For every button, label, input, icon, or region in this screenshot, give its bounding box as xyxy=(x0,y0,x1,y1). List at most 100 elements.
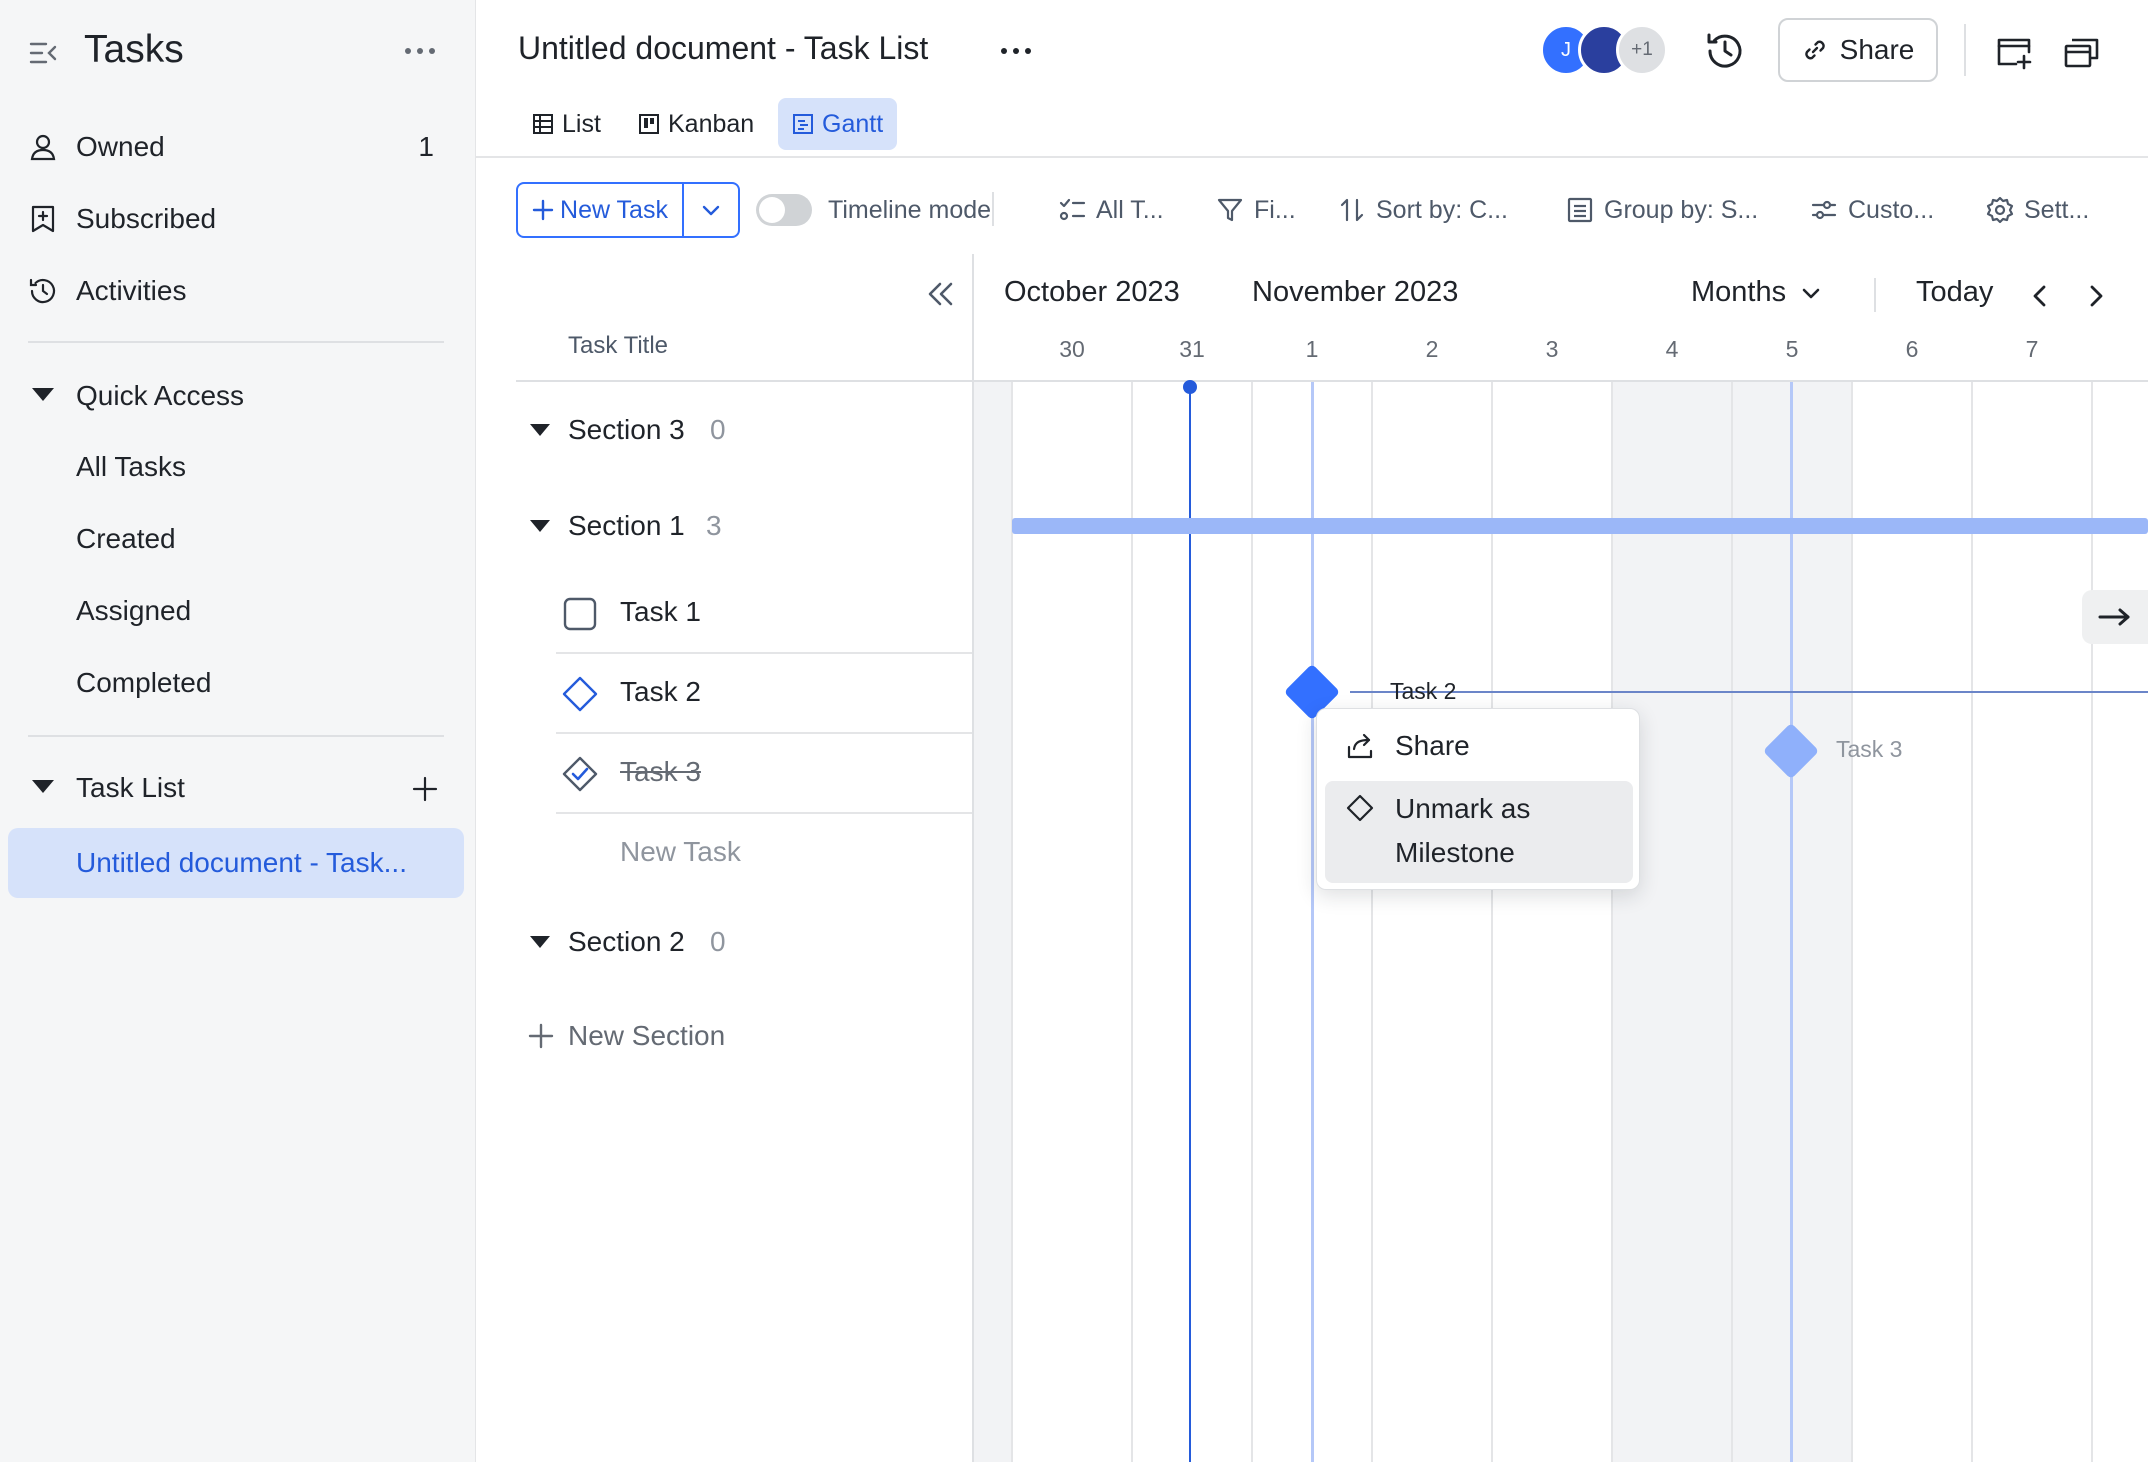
sidebar-item-all-tasks[interactable]: All Tasks xyxy=(8,436,464,498)
collapse-triangle-icon[interactable] xyxy=(530,936,550,948)
customize-button[interactable]: Custo... xyxy=(1810,192,1934,228)
new-task-placeholder[interactable]: New Task xyxy=(620,836,741,868)
add-tab-icon[interactable] xyxy=(1994,32,2034,72)
task-title: Task 2 xyxy=(620,676,701,707)
timeline-mode-toggle[interactable] xyxy=(756,194,812,226)
chevron-right-icon[interactable] xyxy=(2080,280,2112,312)
new-section-button[interactable]: New Section xyxy=(528,1016,725,1056)
sidebar-item-label: Assigned xyxy=(76,595,192,626)
column-header-divider xyxy=(516,380,974,382)
sidebar-item-label: Subscribed xyxy=(76,203,217,234)
page-title: Untitled document - Task List xyxy=(518,30,929,66)
task-row-task-3[interactable]: Task 3 xyxy=(556,734,972,814)
timeline-mode-label: Timeline mode xyxy=(828,196,992,224)
day-label: 5 xyxy=(1785,336,1799,362)
scroll-to-bar-button[interactable] xyxy=(2082,590,2148,644)
sidebar-more-icon[interactable] xyxy=(400,34,440,68)
section-row-section-2[interactable]: Section 2 0 xyxy=(516,912,972,972)
sidebar-item-subscribed[interactable]: Subscribed xyxy=(8,188,464,250)
new-task-dropdown[interactable] xyxy=(684,184,738,236)
tab-list[interactable]: List xyxy=(518,98,615,150)
chevron-down-icon xyxy=(700,199,722,221)
collapse-pane-icon[interactable] xyxy=(924,278,956,310)
new-task-button[interactable]: New Task xyxy=(518,184,684,236)
chevron-left-icon[interactable] xyxy=(2024,280,2056,312)
task-title: Task 1 xyxy=(620,596,701,627)
task-2-timeline-line xyxy=(1350,691,2148,693)
sidebar-item-untitled-document[interactable]: Untitled document - Task... xyxy=(8,828,464,898)
toolbar-label: Custo... xyxy=(1848,195,1935,224)
new-task-button-group: New Task xyxy=(516,182,740,238)
task-row-task-2[interactable]: Task 2 xyxy=(556,654,972,734)
more-options-icon[interactable] xyxy=(996,36,1036,66)
collapse-triangle-icon[interactable] xyxy=(32,388,54,401)
menu-item-share[interactable]: Share xyxy=(1325,719,1633,773)
task-row-task-1[interactable]: Task 1 xyxy=(556,574,972,654)
task-3-bar-label: Task 3 xyxy=(1836,736,1903,762)
settings-button[interactable]: Sett... xyxy=(1986,192,2089,228)
weekend-column xyxy=(974,382,1012,1462)
all-tasks-filter[interactable]: All T... xyxy=(1058,192,1164,228)
quick-access-label: Quick Access xyxy=(76,380,245,411)
section-row-section-1[interactable]: Section 1 3 xyxy=(516,496,972,556)
collapse-triangle-icon[interactable] xyxy=(32,780,54,793)
checkbox-icon[interactable] xyxy=(562,596,598,632)
menu-item-label-line-1: Unmark as xyxy=(1395,793,1531,824)
day-label: 1 xyxy=(1305,336,1319,362)
today-button[interactable]: Today xyxy=(1916,276,1993,309)
time-scale-select[interactable]: Months xyxy=(1691,276,1822,309)
day-grid-line xyxy=(1971,382,1973,1462)
toolbar-label: Sort by: C... xyxy=(1376,195,1508,224)
sidebar-item-created[interactable]: Created xyxy=(8,508,464,570)
sidebar-divider xyxy=(28,341,444,343)
sidebar-title: Tasks xyxy=(84,28,184,71)
sidebar-item-label: Created xyxy=(76,523,176,554)
day-grid-line xyxy=(2091,382,2093,1462)
sidebar-item-completed[interactable]: Completed xyxy=(8,652,464,714)
sidebar-item-assigned[interactable]: Assigned xyxy=(8,580,464,642)
diamond-icon xyxy=(1345,793,1375,823)
toolbar-label: Sett... xyxy=(2024,195,2090,224)
task-list-group[interactable]: Task List xyxy=(8,758,464,820)
sidebar-item-label: Owned xyxy=(76,131,165,162)
bookmark-icon xyxy=(28,204,58,234)
toolbar-label: Group by: S... xyxy=(1604,195,1759,224)
day-grid-line xyxy=(1371,382,1373,1462)
menu-item-unmark-milestone[interactable]: Unmark as Milestone xyxy=(1325,781,1633,883)
history-icon[interactable] xyxy=(1704,30,1746,72)
day-label: 3 xyxy=(1545,336,1559,362)
group-by-button[interactable]: Group by: S... xyxy=(1566,192,1758,228)
filter-button[interactable]: Fi... xyxy=(1216,192,1296,228)
sort-button[interactable]: Sort by: C... xyxy=(1338,192,1508,228)
tab-gantt[interactable]: Gantt xyxy=(778,98,898,150)
checklist-icon xyxy=(1058,196,1086,224)
sliders-icon xyxy=(1810,196,1838,224)
section-row-section-3[interactable]: Section 3 0 xyxy=(516,400,972,460)
sidebar-header: Tasks xyxy=(0,0,476,104)
task-2-bar-label: Task 2 xyxy=(1390,678,1457,704)
month-label: November 2023 xyxy=(1252,276,1459,308)
header-divider xyxy=(476,156,2148,158)
sidebar-item-owned[interactable]: Owned 1 xyxy=(8,116,464,178)
avatar-overflow-count[interactable]: +1 xyxy=(1616,24,1668,76)
quick-access-group[interactable]: Quick Access xyxy=(8,366,464,428)
milestone-done-icon[interactable] xyxy=(562,756,598,792)
day-label: 2 xyxy=(1425,336,1439,362)
collapse-triangle-icon[interactable] xyxy=(530,520,550,532)
new-task-row[interactable]: New Task xyxy=(556,814,972,894)
add-task-list-icon[interactable] xyxy=(410,774,440,804)
section-1-bar[interactable] xyxy=(1012,518,2148,534)
sidebar-item-activities[interactable]: Activities xyxy=(8,260,464,322)
open-window-icon[interactable] xyxy=(2062,32,2102,72)
share-button[interactable]: Share xyxy=(1778,18,1938,82)
tab-kanban[interactable]: Kanban xyxy=(624,98,768,150)
collapse-triangle-icon[interactable] xyxy=(530,424,550,436)
section-name: Section 2 xyxy=(568,926,685,957)
plus-icon xyxy=(528,1023,554,1049)
tab-label: List xyxy=(562,109,601,138)
day-grid-line xyxy=(1491,382,1493,1462)
collapse-sidebar-icon[interactable] xyxy=(28,38,58,68)
milestone-diamond-icon[interactable] xyxy=(562,676,598,712)
collaborator-avatars[interactable]: J +1 xyxy=(1540,24,1670,76)
day-grid-line xyxy=(1011,382,1013,1462)
